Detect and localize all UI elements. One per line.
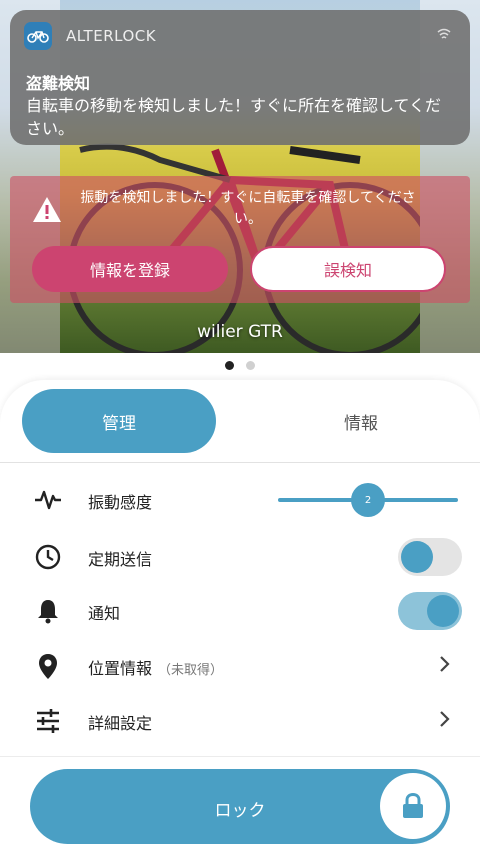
periodic-send-row: 定期送信 bbox=[0, 532, 480, 582]
vibration-sensitivity-label: 振動感度 bbox=[88, 493, 153, 512]
page-dot-1[interactable] bbox=[225, 361, 234, 370]
page-indicator bbox=[0, 361, 480, 370]
page-dot-2[interactable] bbox=[246, 361, 255, 370]
divider bbox=[0, 462, 480, 463]
detail-settings-row[interactable]: 詳細設定 bbox=[0, 696, 480, 746]
periodic-send-toggle[interactable] bbox=[398, 538, 462, 576]
notification-label: 通知 bbox=[88, 604, 121, 623]
location-pin-icon bbox=[39, 654, 57, 679]
lock-icon bbox=[403, 793, 423, 818]
register-info-button[interactable]: 情報を登録 bbox=[32, 246, 228, 292]
vibration-alert: 振動を検知しました！すぐに自転車を確認してください。 情報を登録 誤検知 bbox=[10, 176, 470, 303]
detail-settings-label: 詳細設定 bbox=[88, 714, 153, 733]
lock-button[interactable]: ロック bbox=[30, 769, 450, 844]
location-status: （未取得） bbox=[158, 663, 224, 678]
tab-manage[interactable]: 管理 bbox=[22, 389, 216, 453]
location-label-text: 位置情報 bbox=[88, 659, 153, 678]
notification-body: 自転車の移動を検知しました！すぐに所在を確認してください。 bbox=[26, 96, 442, 138]
notification-toggle[interactable] bbox=[398, 592, 462, 630]
location-label: 位置情報 （未取得） bbox=[88, 655, 223, 679]
alert-message: 振動を検知しました！すぐに自転車を確認してください。 bbox=[80, 190, 416, 227]
push-notification[interactable]: ALTERLOCK 盗難検知 自転車の移動を検知しました！すぐに所在を確認してく… bbox=[10, 10, 470, 145]
clock-icon bbox=[35, 544, 61, 570]
bottom-bar: ロック bbox=[0, 756, 480, 855]
lock-icon-circle bbox=[380, 773, 446, 839]
sensitivity-slider-knob[interactable]: 2 bbox=[351, 483, 385, 517]
app-icon bbox=[24, 22, 52, 50]
periodic-send-label: 定期送信 bbox=[88, 550, 153, 569]
vibration-sensitivity-row: 振動感度 2 bbox=[0, 475, 480, 525]
chevron-right-icon bbox=[440, 711, 450, 727]
wifi-icon bbox=[436, 26, 452, 45]
notification-app-name: ALTERLOCK bbox=[66, 27, 157, 45]
tab-info[interactable]: 情報 bbox=[264, 389, 458, 453]
chevron-right-icon bbox=[440, 656, 450, 672]
bell-icon bbox=[38, 600, 58, 624]
notification-title: 盗難検知 bbox=[26, 74, 91, 93]
location-row[interactable]: 位置情報 （未取得） bbox=[0, 641, 480, 691]
sliders-icon bbox=[37, 709, 59, 733]
pulse-icon bbox=[35, 490, 61, 510]
false-detection-button[interactable]: 誤検知 bbox=[250, 246, 446, 292]
warning-icon bbox=[33, 197, 61, 222]
notification-row: 通知 bbox=[0, 586, 480, 636]
bike-name: wilier GTR bbox=[197, 322, 283, 342]
